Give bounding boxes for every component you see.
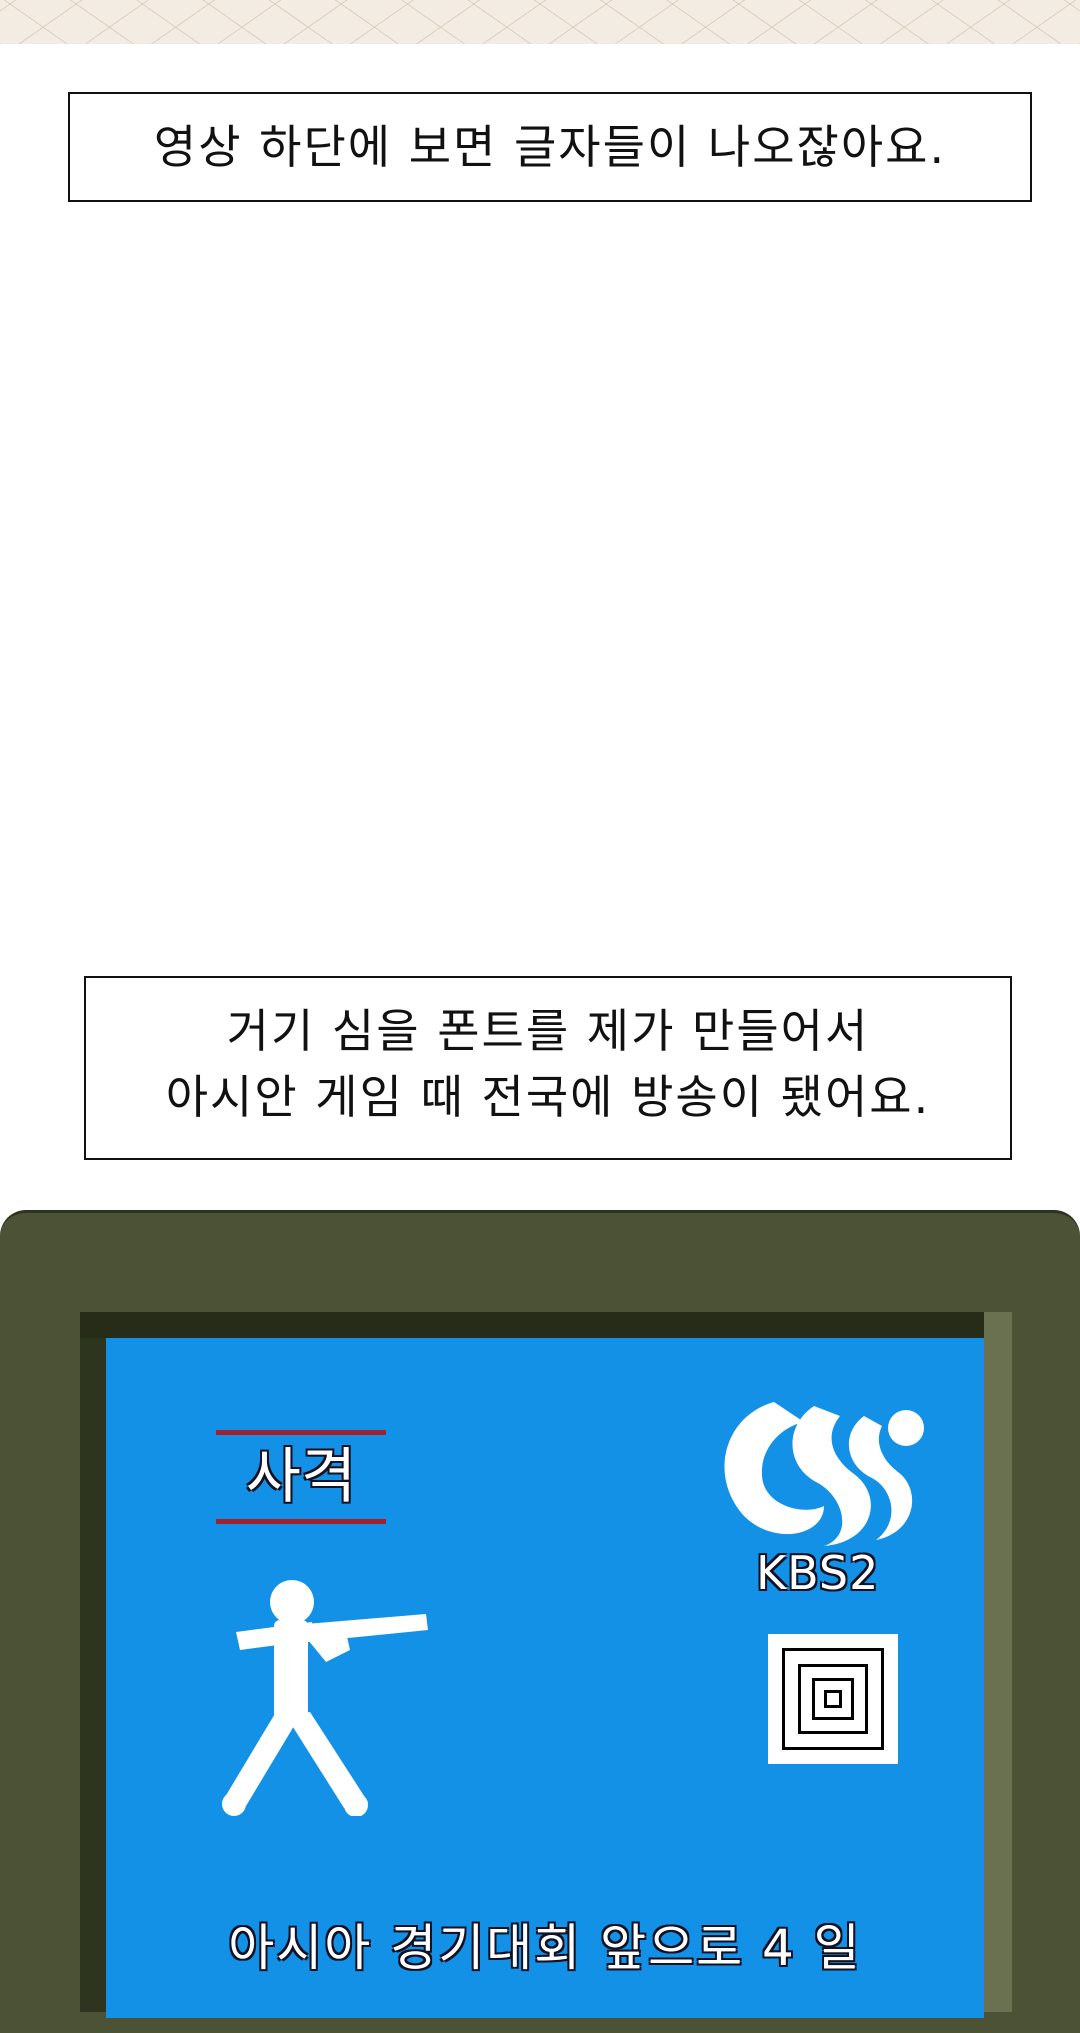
caption-1-text: 영상 하단에 보면 글자들이 나오잖아요. [153, 120, 947, 174]
kbs-logo-icon [724, 1402, 924, 1546]
tv-bezel-left [80, 1312, 106, 2012]
caption-2-line-2: 아시안 게임 때 전국에 방송이 됐어요. [165, 1070, 931, 1124]
caption-2-line-1: 거기 심을 폰트를 제가 만들어서 [226, 1004, 870, 1058]
tv-bezel-right [984, 1312, 1012, 2012]
top-pattern-border [0, 0, 1080, 44]
rifle-shooter-icon [222, 1580, 428, 1816]
tv-screen: 사격 KBS2 아시아 경기대회 앞으로 4 일 [106, 1338, 984, 2018]
channel-label: KBS2 [756, 1546, 880, 1600]
speech-caption-1: 영상 하단에 보면 글자들이 나오잖아요. [68, 92, 1032, 202]
sport-label: 사격 [216, 1430, 386, 1524]
target-icon [768, 1634, 898, 1764]
tv-bezel-top [80, 1312, 1010, 1338]
countdown-ticker: 아시아 경기대회 앞으로 4 일 [228, 1919, 862, 1977]
speech-caption-2: 거기 심을 폰트를 제가 만들어서 아시안 게임 때 전국에 방송이 됐어요. [84, 976, 1012, 1160]
